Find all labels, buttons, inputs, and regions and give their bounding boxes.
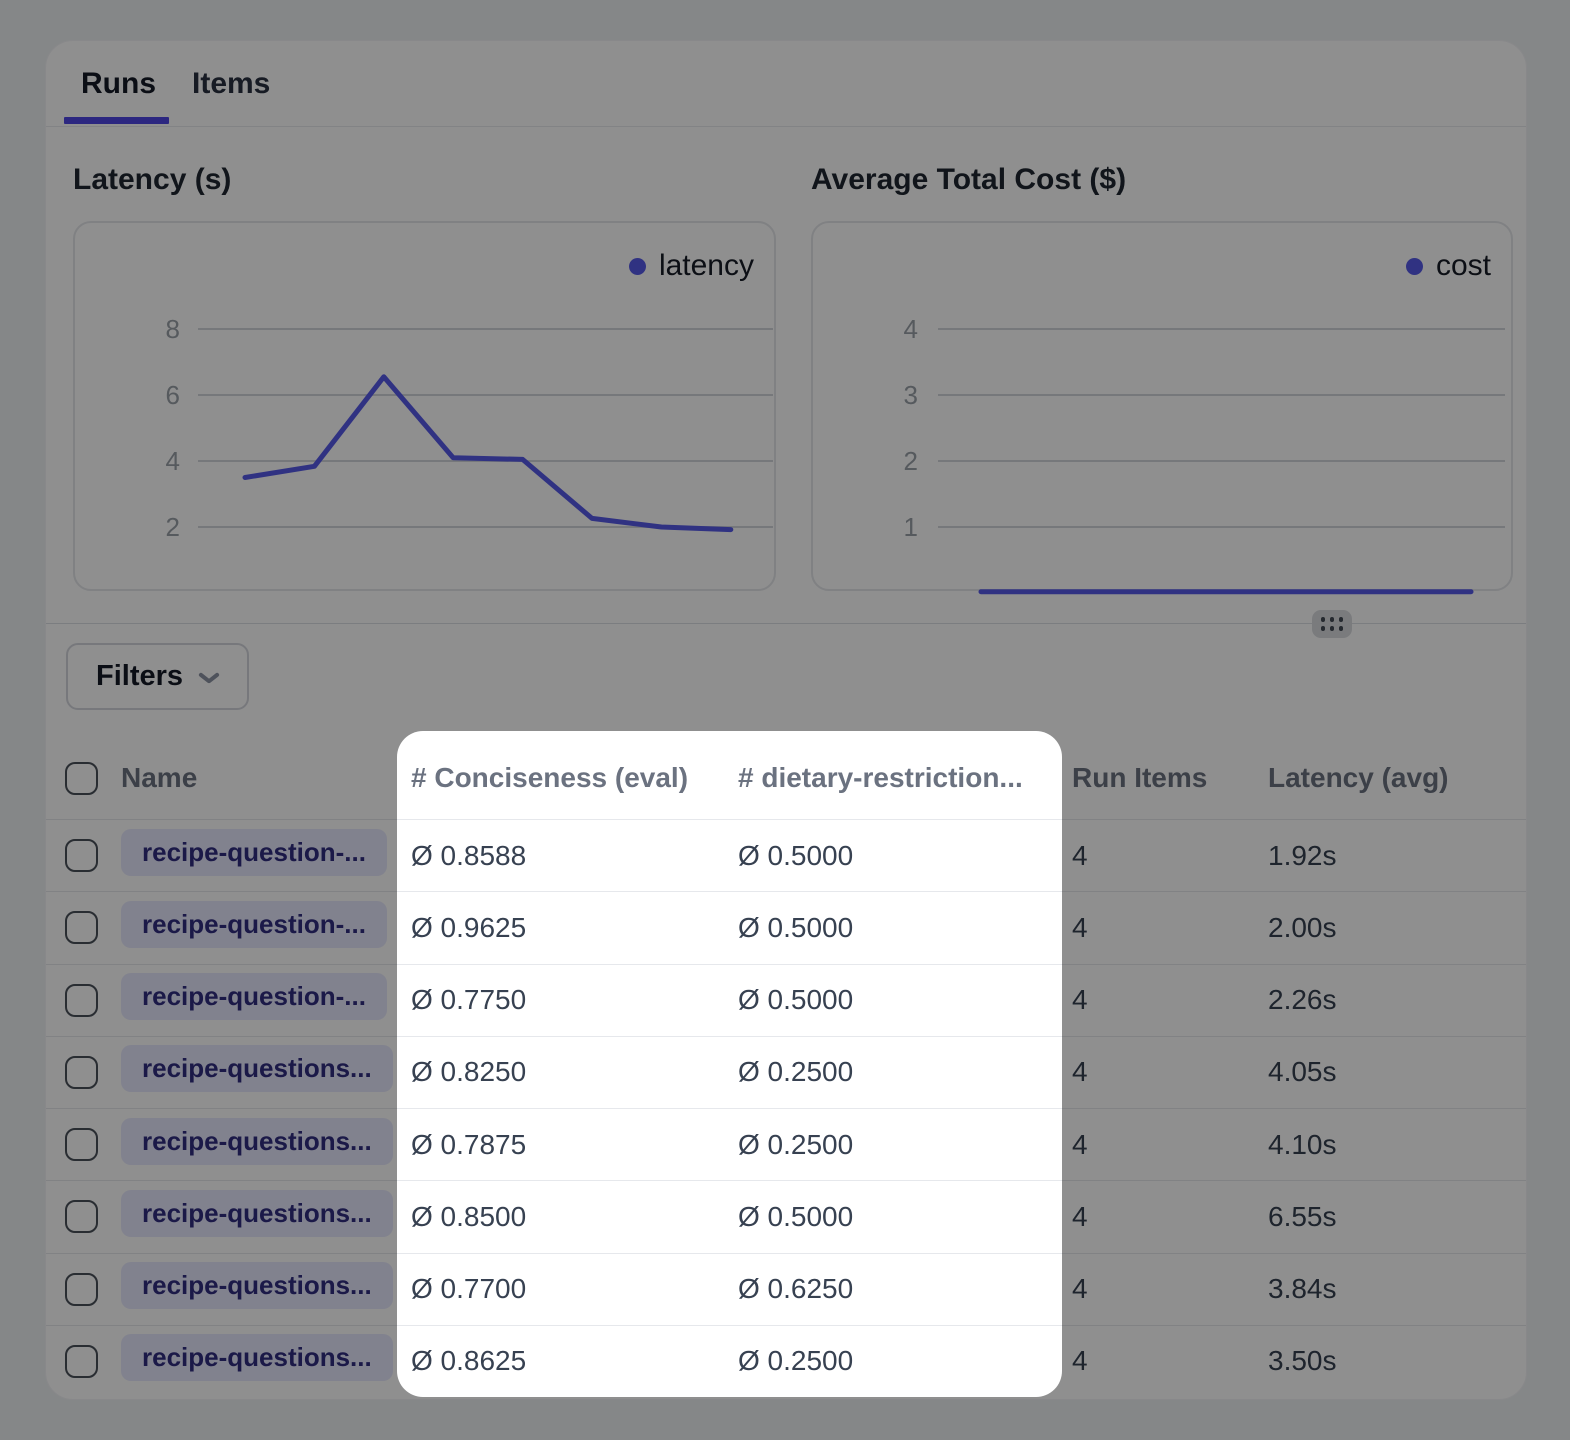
header-latency-avg: Latency (avg) [1268, 762, 1526, 794]
panel-resize-handle[interactable] [1312, 610, 1352, 638]
runs-table: Name # Conciseness (eval) # dietary-rest… [46, 737, 1526, 1397]
conciseness-cell: Ø 0.8250 [411, 1056, 738, 1088]
latency-cell: 4.10s [1268, 1129, 1526, 1161]
dietary-cell: Ø 0.5000 [738, 912, 1072, 944]
svg-text:4: 4 [166, 446, 180, 476]
table-row[interactable]: recipe-questions... Ø 0.8500 Ø 0.5000 4 … [46, 1180, 1526, 1252]
chevron-down-icon [199, 672, 219, 684]
latency-chart-block: Latency (s) 2 4 6 8 latency [73, 163, 776, 591]
tab-runs[interactable]: Runs [81, 41, 156, 126]
run-name-badge[interactable]: recipe-question-... [121, 901, 387, 948]
run-items-cell: 4 [1072, 1345, 1268, 1377]
row-checkbox[interactable] [65, 1273, 98, 1306]
latency-cell: 4.05s [1268, 1056, 1526, 1088]
dietary-cell: Ø 0.2500 [738, 1056, 1072, 1088]
run-name-badge[interactable]: recipe-questions... [121, 1262, 393, 1309]
filters-row: Filters [46, 624, 1526, 710]
row-checkbox[interactable] [65, 1200, 98, 1233]
panel-divider [46, 623, 1526, 624]
dietary-cell: Ø 0.5000 [738, 984, 1072, 1016]
dietary-cell: Ø 0.2500 [738, 1129, 1072, 1161]
header-name: Name [121, 762, 411, 794]
svg-text:3: 3 [904, 380, 918, 410]
row-checkbox[interactable] [65, 1056, 98, 1089]
charts-section: Latency (s) 2 4 6 8 latency Average Total C… [46, 127, 1526, 591]
table-row[interactable]: recipe-questions... Ø 0.7700 Ø 0.6250 4 … [46, 1253, 1526, 1325]
latency-chart: 2 4 6 8 latency [73, 221, 776, 591]
filters-button[interactable]: Filters [66, 643, 249, 710]
run-items-cell: 4 [1072, 1056, 1268, 1088]
run-items-cell: 4 [1072, 912, 1268, 944]
latency-cell: 6.55s [1268, 1201, 1526, 1233]
conciseness-cell: Ø 0.8625 [411, 1345, 738, 1377]
run-name-badge[interactable]: recipe-question-... [121, 829, 387, 876]
svg-text:1: 1 [904, 512, 918, 542]
conciseness-cell: Ø 0.7875 [411, 1129, 738, 1161]
run-name-badge[interactable]: recipe-questions... [121, 1045, 393, 1092]
tab-items-label: Items [192, 67, 270, 101]
latency-cell: 3.50s [1268, 1345, 1526, 1377]
conciseness-cell: Ø 0.7750 [411, 984, 738, 1016]
table-row[interactable]: recipe-questions... Ø 0.7875 Ø 0.2500 4 … [46, 1108, 1526, 1180]
row-checkbox[interactable] [65, 911, 98, 944]
grip-dots-icon [1321, 617, 1344, 631]
cost-chart: 1 2 3 4 cost [811, 221, 1513, 591]
svg-text:2: 2 [166, 512, 180, 542]
row-checkbox[interactable] [65, 839, 98, 872]
table-header-row: Name # Conciseness (eval) # dietary-rest… [46, 737, 1526, 819]
row-checkbox[interactable] [65, 1345, 98, 1378]
table-row[interactable]: recipe-question-... Ø 0.7750 Ø 0.5000 4 … [46, 964, 1526, 1036]
latency-chart-title: Latency (s) [73, 163, 776, 197]
conciseness-cell: Ø 0.8500 [411, 1201, 738, 1233]
run-items-cell: 4 [1072, 1201, 1268, 1233]
run-name-badge[interactable]: recipe-questions... [121, 1118, 393, 1165]
header-conciseness: # Conciseness (eval) [411, 762, 738, 794]
svg-text:6: 6 [166, 380, 180, 410]
cost-legend-dot-icon [1406, 258, 1423, 275]
conciseness-cell: Ø 0.9625 [411, 912, 738, 944]
latency-cell: 2.26s [1268, 984, 1526, 1016]
row-checkbox[interactable] [65, 984, 98, 1017]
conciseness-cell: Ø 0.8588 [411, 840, 738, 872]
svg-text:8: 8 [166, 314, 180, 344]
header-dietary: # dietary-restriction... [738, 762, 1072, 794]
latency-cell: 1.92s [1268, 840, 1526, 872]
dietary-cell: Ø 0.2500 [738, 1345, 1072, 1377]
filters-button-label: Filters [96, 660, 183, 693]
conciseness-cell: Ø 0.7700 [411, 1273, 738, 1305]
dietary-cell: Ø 0.5000 [738, 840, 1072, 872]
tab-items[interactable]: Items [192, 41, 270, 126]
cost-legend: cost [1406, 249, 1491, 283]
svg-text:4: 4 [904, 314, 918, 344]
runs-panel: Runs Items Latency (s) 2 4 6 8 latency Aver… [45, 40, 1527, 1400]
active-tab-underline [64, 117, 169, 124]
latency-legend: latency [629, 249, 754, 283]
run-name-badge[interactable]: recipe-questions... [121, 1190, 393, 1237]
run-items-cell: 4 [1072, 984, 1268, 1016]
latency-legend-label: latency [659, 249, 754, 283]
run-items-cell: 4 [1072, 1129, 1268, 1161]
header-run-items: Run Items [1072, 762, 1268, 794]
select-all-checkbox[interactable] [65, 762, 98, 795]
run-name-badge[interactable]: recipe-question-... [121, 973, 387, 1020]
cost-chart-title: Average Total Cost ($) [811, 163, 1513, 197]
latency-legend-dot-icon [629, 258, 646, 275]
run-name-badge[interactable]: recipe-questions... [121, 1334, 393, 1381]
table-row[interactable]: recipe-question-... Ø 0.8588 Ø 0.5000 4 … [46, 819, 1526, 891]
row-checkbox[interactable] [65, 1128, 98, 1161]
table-row[interactable]: recipe-question-... Ø 0.9625 Ø 0.5000 4 … [46, 891, 1526, 963]
table-row[interactable]: recipe-questions... Ø 0.8625 Ø 0.2500 4 … [46, 1325, 1526, 1397]
dietary-cell: Ø 0.6250 [738, 1273, 1072, 1305]
latency-cell: 2.00s [1268, 912, 1526, 944]
run-items-cell: 4 [1072, 1273, 1268, 1305]
tab-bar: Runs Items [46, 41, 1526, 127]
latency-cell: 3.84s [1268, 1273, 1526, 1305]
run-items-cell: 4 [1072, 840, 1268, 872]
table-row[interactable]: recipe-questions... Ø 0.8250 Ø 0.2500 4 … [46, 1036, 1526, 1108]
dietary-cell: Ø 0.5000 [738, 1201, 1072, 1233]
cost-chart-block: Average Total Cost ($) 1 2 3 4 cost [811, 163, 1513, 591]
svg-text:2: 2 [904, 446, 918, 476]
cost-legend-label: cost [1436, 249, 1491, 283]
tab-runs-label: Runs [81, 67, 156, 101]
